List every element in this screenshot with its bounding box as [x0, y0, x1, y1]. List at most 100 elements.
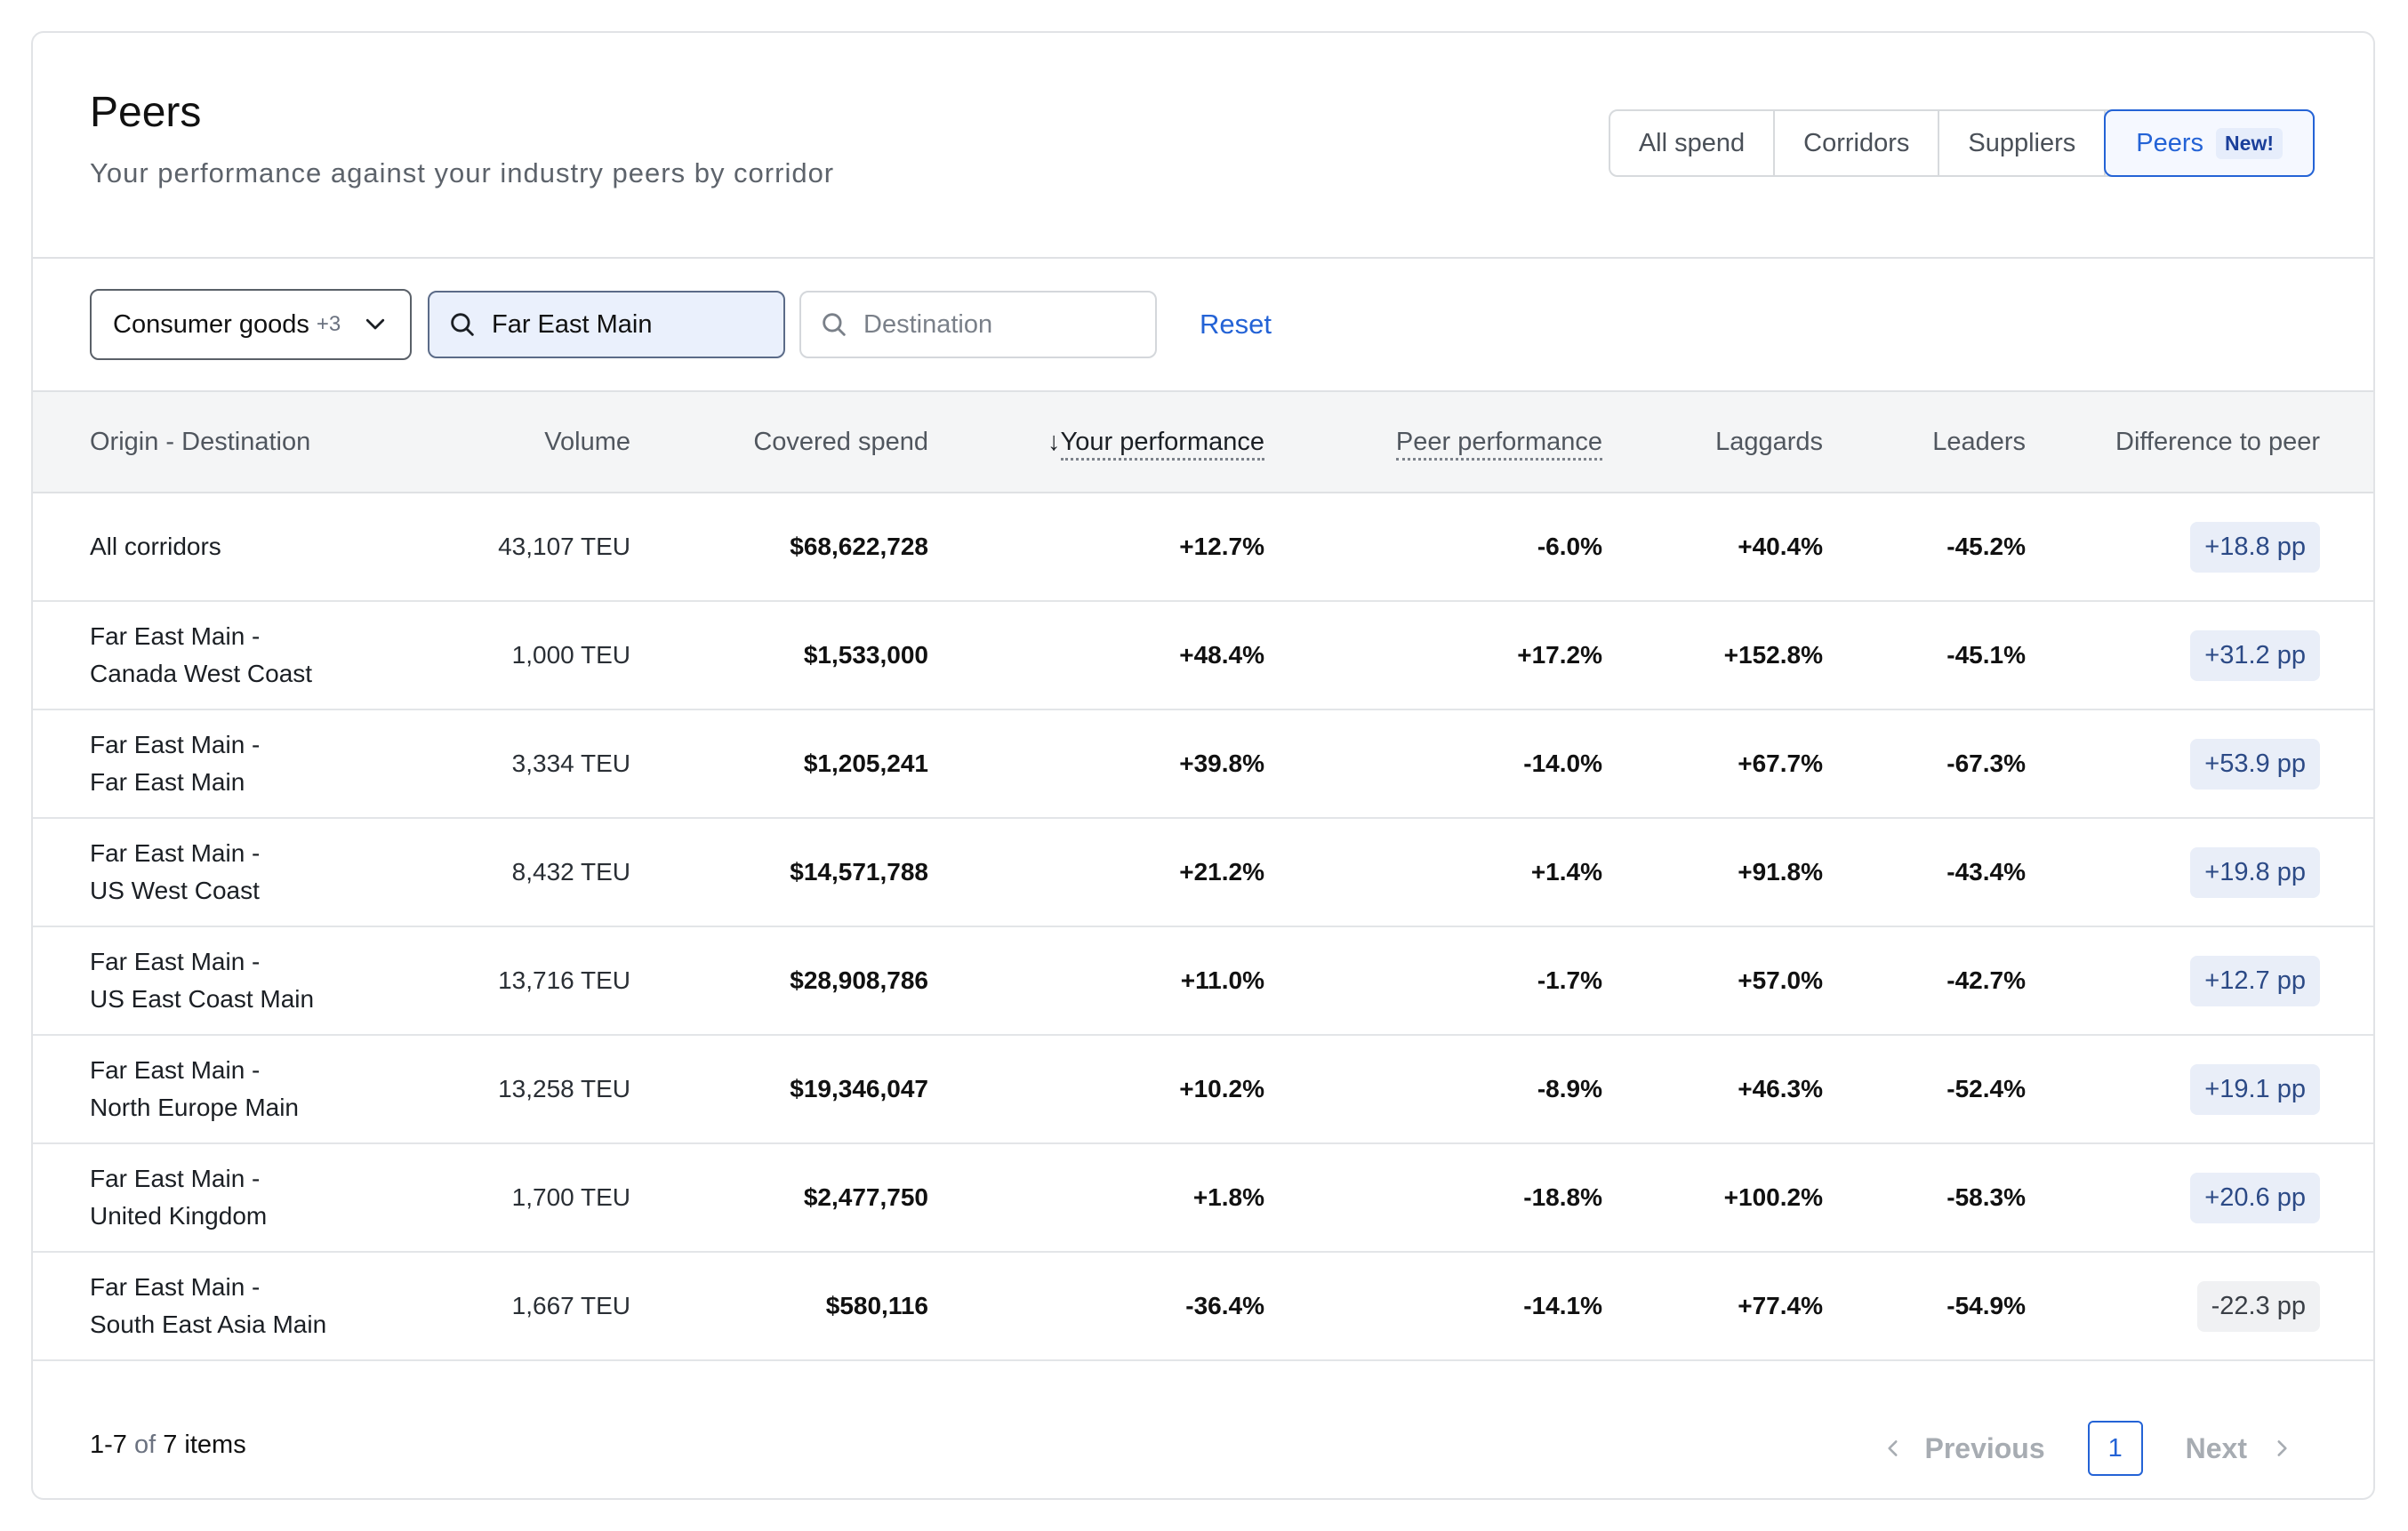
cell-your-performance: +11.0%	[1180, 966, 1264, 994]
table-row[interactable]: Far East Main - US East Coast Main 13,716…	[33, 926, 2373, 1035]
col-header-peer-performance[interactable]: Peer performance	[1264, 391, 1602, 493]
difference-pill: +12.7 pp	[2190, 955, 2320, 1006]
next-page-button[interactable]: Next	[2186, 1432, 2293, 1465]
cell-volume: 13,716 TEU	[498, 966, 630, 994]
corridor-line1: Far East Main -	[90, 1056, 261, 1084]
corridor-line2: South East Asia Main	[90, 1311, 327, 1338]
tab-label: Peers	[2136, 128, 2204, 157]
cell-volume: 1,667 TEU	[511, 1292, 630, 1319]
difference-pill: +18.8 pp	[2190, 521, 2320, 573]
cell-your-performance: +48.4%	[1179, 641, 1264, 669]
cell-corridor: Far East Main - Far East Main	[33, 709, 389, 818]
cell-laggards: +91.8%	[1738, 858, 1823, 886]
cell-leaders: -42.7%	[1946, 966, 2026, 994]
items-range: 1-7	[90, 1431, 127, 1459]
col-header-difference-to-peer[interactable]: Difference to peer	[2026, 391, 2373, 493]
cell-covered-spend: $2,477,750	[803, 1183, 928, 1211]
industry-select-value: Consumer goods	[113, 309, 309, 339]
search-icon	[823, 313, 846, 336]
cell-corridor: Far East Main - South East Asia Main	[33, 1252, 389, 1360]
table-row[interactable]: Far East Main - Far East Main 3,334 TEU $…	[33, 709, 2373, 818]
table-body: All corridors 43,107 TEU $68,622,728 +12…	[33, 493, 2373, 1360]
page-title: Peers	[90, 89, 202, 136]
cell-difference: +18.8 pp	[2026, 493, 2373, 601]
tab-all-spend[interactable]: All spend	[1610, 111, 1776, 175]
cell-your-performance: +39.8%	[1179, 749, 1264, 777]
cell-covered-spend: $580,116	[825, 1292, 928, 1319]
col-header-laggards[interactable]: Laggards	[1602, 391, 1823, 493]
cell-difference: +20.6 pp	[2026, 1143, 2373, 1252]
tab-label: Suppliers	[1968, 128, 2076, 157]
cell-peer-performance: -14.0%	[1523, 749, 1602, 777]
cell-leaders: -52.4%	[1946, 1075, 2026, 1102]
difference-pill: +53.9 pp	[2190, 738, 2320, 790]
cell-leaders: -54.9%	[1946, 1292, 2026, 1319]
cell-laggards: +100.2%	[1723, 1183, 1823, 1211]
industry-select-count: +3	[316, 312, 341, 336]
cell-laggards: +152.8%	[1723, 641, 1823, 669]
reset-button[interactable]: Reset	[1200, 309, 1272, 341]
table-row[interactable]: Far East Main - United Kingdom 1,700 TEU …	[33, 1143, 2373, 1252]
industry-select[interactable]: Consumer goods +3	[90, 289, 412, 360]
cell-leaders: -58.3%	[1946, 1183, 2026, 1211]
cell-volume: 3,334 TEU	[511, 749, 630, 777]
cell-laggards: +67.7%	[1738, 749, 1823, 777]
cell-leaders: -45.1%	[1946, 641, 2026, 669]
cell-corridor: Far East Main - North Europe Main	[33, 1035, 389, 1143]
corridor-line2: Far East Main	[90, 768, 245, 796]
cell-covered-spend: $1,205,241	[803, 749, 928, 777]
cell-covered-spend: $68,622,728	[790, 533, 928, 560]
cell-leaders: -43.4%	[1946, 858, 2026, 886]
corridor-line1: Far East Main -	[90, 839, 261, 867]
cell-peer-performance: -1.7%	[1537, 966, 1602, 994]
corridor-line1: Far East Main -	[90, 1273, 261, 1301]
page-number-button[interactable]: 1	[2087, 1421, 2143, 1476]
peers-table: Origin - Destination Volume Covered spen…	[33, 390, 2373, 1361]
new-badge: New!	[2216, 127, 2283, 159]
chevron-left-icon	[1888, 1440, 1898, 1456]
table-row[interactable]: Far East Main - South East Asia Main 1,66…	[33, 1252, 2373, 1360]
cell-your-performance: +1.8%	[1192, 1183, 1264, 1211]
cell-laggards: +46.3%	[1738, 1075, 1823, 1102]
corridor-line2: Canada West Coast	[90, 660, 313, 687]
cell-peer-performance: +17.2%	[1517, 641, 1602, 669]
destination-search	[799, 291, 1157, 358]
col-header-covered-spend[interactable]: Covered spend	[630, 391, 928, 493]
cell-difference: +12.7 pp	[2026, 926, 2373, 1035]
table-row[interactable]: Far East Main - North Europe Main 13,258 …	[33, 1035, 2373, 1143]
cell-covered-spend: $28,908,786	[790, 966, 928, 994]
chevron-down-icon	[365, 318, 385, 330]
table-footer: 1-7 of 7 items Previous 1 Next	[33, 1393, 2373, 1498]
difference-pill: -22.3 pp	[2196, 1280, 2320, 1332]
cell-peer-performance: -6.0%	[1537, 533, 1602, 560]
tab-suppliers[interactable]: Suppliers	[1939, 111, 2107, 175]
cell-difference: +19.1 pp	[2026, 1035, 2373, 1143]
table-row[interactable]: Far East Main - Canada West Coast 1,000 T…	[33, 601, 2373, 709]
col-header-leaders[interactable]: Leaders	[1823, 391, 2026, 493]
tab-peers[interactable]: Peers New!	[2104, 109, 2315, 177]
col-header-origin-destination[interactable]: Origin - Destination	[33, 391, 389, 493]
next-label: Next	[2185, 1431, 2247, 1464]
cell-leaders: -67.3%	[1946, 749, 2026, 777]
table-row[interactable]: All corridors 43,107 TEU $68,622,728 +12…	[33, 493, 2373, 601]
cell-volume: 43,107 TEU	[498, 533, 630, 560]
items-total: 7 items	[163, 1431, 246, 1459]
previous-page-button[interactable]: Previous	[1882, 1431, 2045, 1465]
tab-corridors[interactable]: Corridors	[1775, 111, 1940, 175]
cell-peer-performance: -18.8%	[1523, 1183, 1602, 1211]
pagination: Previous 1 Next	[1882, 1420, 2293, 1477]
items-of: of	[133, 1431, 157, 1459]
cell-corridor: All corridors	[33, 493, 389, 601]
cell-difference: -22.3 pp	[2026, 1252, 2373, 1360]
cell-difference: +53.9 pp	[2026, 709, 2373, 818]
difference-pill: +20.6 pp	[2190, 1172, 2320, 1223]
origin-input[interactable]	[492, 309, 759, 340]
col-header-label: Your performance	[1060, 427, 1264, 461]
col-header-volume[interactable]: Volume	[389, 391, 630, 493]
table-row[interactable]: Far East Main - US West Coast 8,432 TEU $…	[33, 818, 2373, 926]
page-subtitle: Your performance against your industry p…	[90, 157, 835, 188]
cell-your-performance: +10.2%	[1179, 1075, 1264, 1102]
col-header-your-performance[interactable]: ↓Your performance	[928, 391, 1264, 493]
destination-input[interactable]	[863, 309, 1130, 340]
previous-label: Previous	[1924, 1431, 2045, 1464]
